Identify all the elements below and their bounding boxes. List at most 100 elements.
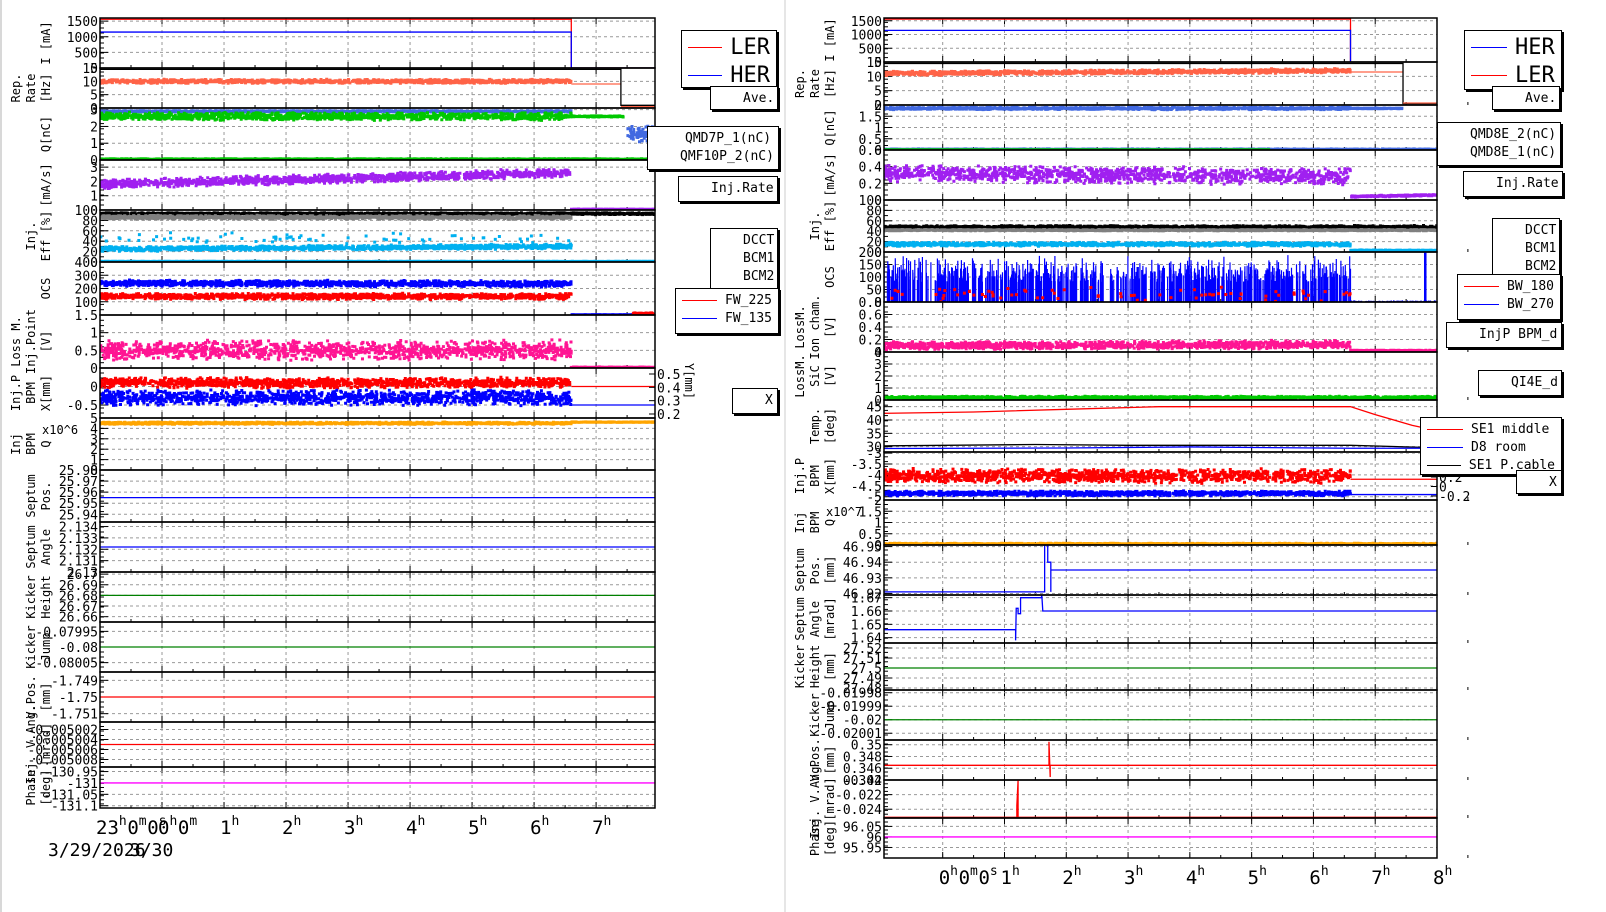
- x-tick-label: 2h: [1062, 864, 1081, 889]
- panel-frame: [883, 739, 1438, 781]
- y-axis-label-line: [Hz]: [823, 69, 837, 98]
- y-axis-label-line: OCS: [39, 278, 53, 300]
- panel-frame: [883, 689, 1438, 741]
- y-axis-exponent: x10^6: [42, 423, 78, 437]
- legend-label: Inj.Rate: [1496, 175, 1559, 191]
- y-tick-label: 400: [75, 256, 98, 271]
- y-axis-label-line: [mm]: [39, 683, 53, 712]
- tick-unit: h: [293, 814, 301, 829]
- tick-number: 0: [147, 817, 158, 839]
- legend-line-swatch: [1427, 464, 1461, 466]
- tick-number: 0: [178, 817, 189, 839]
- series-points-0-0: [100, 77, 573, 85]
- y-axis-label-line: SiC: [808, 365, 822, 387]
- legend-item: Ave.: [717, 89, 774, 107]
- panel-15: -131.1-131.05-131-130.95Phase[deg]: [24, 766, 656, 815]
- date-label: 3/30: [130, 840, 173, 861]
- series-points-0-0: [100, 278, 573, 289]
- y-tick-label: 200: [75, 283, 98, 298]
- panel-4: 020406080100Inj.Eff [%]: [808, 194, 1469, 261]
- series-line-0: [884, 406, 1437, 432]
- legend-label: X: [765, 392, 773, 408]
- y-tick-label: 1500: [851, 15, 882, 30]
- y-tick-label: -3: [866, 447, 882, 462]
- tick-unit: h: [1136, 864, 1144, 879]
- y-tick-label: 2: [874, 99, 882, 114]
- y-axis-label-line: Q[nC]: [823, 109, 837, 145]
- tick-number: 1: [1000, 867, 1011, 889]
- series-line-2: [100, 68, 655, 106]
- y-axis-label-line: [deg]: [39, 769, 53, 805]
- tick-number: 6: [1309, 867, 1320, 889]
- panel-traces: [100, 420, 655, 426]
- panel-traces: [884, 545, 1437, 593]
- series-line-0: [884, 545, 1437, 593]
- y-axis-label-line: Q: [39, 440, 53, 447]
- legend-item: LER: [1471, 61, 1555, 89]
- y-axis-label-line: BPM: [24, 433, 38, 455]
- y-axis-label-line: Q: [823, 519, 837, 526]
- legend-label: FW_225: [725, 292, 772, 308]
- panel-frame: [883, 642, 1438, 691]
- series-points-0-0: [884, 338, 1352, 352]
- series-line-1: [884, 29, 1352, 62]
- y-axis-label: LossM.Ion cham.[V]: [793, 294, 837, 359]
- legend-label: LER: [730, 34, 770, 60]
- y-axis-label-line: Inj.: [24, 222, 38, 251]
- series-points-0-1: [570, 420, 655, 424]
- panel-traces: [884, 780, 1437, 818]
- y-axis-label-line: Jump: [823, 701, 837, 730]
- legend-label: QMD8E_2(nC): [1470, 126, 1557, 142]
- panel-13: 27.4827.4927.527.5127.52KickerHeight[mm]: [793, 642, 1469, 697]
- x-tick-label: 6h: [530, 814, 549, 839]
- x-tick-label: 1h: [220, 814, 239, 839]
- y-tick-label: 200: [859, 246, 882, 261]
- legend-item: SE1 middle: [1427, 420, 1555, 438]
- series-bars-0-0: [884, 255, 1352, 302]
- x-tick-label: 2h: [282, 814, 301, 839]
- y-tick-label: 1: [90, 190, 98, 205]
- series-points-0-0: [884, 467, 1352, 485]
- y-axis-label-line: [mrad]: [823, 597, 837, 640]
- tick-number: 8: [1433, 867, 1444, 889]
- y-axis-label-line: Inj.: [808, 212, 822, 241]
- series-points-1-1: [570, 114, 625, 119]
- legend-item: BCM2: [717, 267, 774, 285]
- legend-label: HER: [1515, 34, 1555, 60]
- legend-line-swatch: [1471, 74, 1507, 76]
- legend-label: Ave.: [1525, 90, 1557, 106]
- tick-number: 3: [344, 817, 355, 839]
- panel-traces: [884, 467, 1437, 498]
- y-axis-label-line: [mrad]: [39, 723, 53, 766]
- panel-frame: [883, 17, 1438, 63]
- panel-frame: [99, 67, 656, 109]
- y-tick-label: -0.024: [835, 803, 882, 818]
- legend-0-2: QMD7P_1(nC) QMF10P_2(nC): [647, 126, 779, 170]
- series-points-0-0: [100, 420, 573, 426]
- panel-14: -0.02001-0.02-0.01999-0.01998KickerJump: [808, 687, 1469, 742]
- y-tick-label: 27.52: [843, 642, 882, 657]
- series-line-2: [884, 62, 1437, 105]
- legend-line-swatch: [688, 74, 723, 76]
- y-axis-label-line: X[mm]: [823, 458, 837, 494]
- series-points-1-0: [100, 388, 573, 408]
- y-axis-label-line: LossM.: [793, 305, 807, 348]
- panel-frame: [99, 417, 656, 471]
- panel-6: 00.20.40.60.8LossM.Ion cham.[V]: [793, 294, 1469, 361]
- legend-item: QMD8E_2(nC): [1444, 125, 1557, 143]
- y-tick-label: 300: [75, 269, 98, 284]
- legend-1-7: QI4E_d: [1478, 370, 1562, 396]
- legend-line-swatch: [1427, 428, 1463, 430]
- legend-label: HER: [730, 62, 770, 88]
- y-axis-label-line: Rate: [24, 74, 38, 103]
- tick-unit: h: [1074, 864, 1082, 879]
- legend-item: HER: [688, 61, 770, 89]
- y-tick-label: 4: [874, 346, 882, 361]
- y-tick-label: 46.93: [843, 572, 882, 587]
- y-axis-label: I [mA]: [823, 18, 837, 61]
- y-tick-label: 25.98: [59, 464, 98, 479]
- legend-1-9: X: [1516, 470, 1562, 494]
- legend-1-2: QMD8E_2(nC) QMD8E_1(nC): [1437, 122, 1561, 166]
- panel-15: 0.3440.3460.3480.35V.Pos.[mm]: [808, 738, 1469, 789]
- series-points-1-0: [100, 291, 573, 302]
